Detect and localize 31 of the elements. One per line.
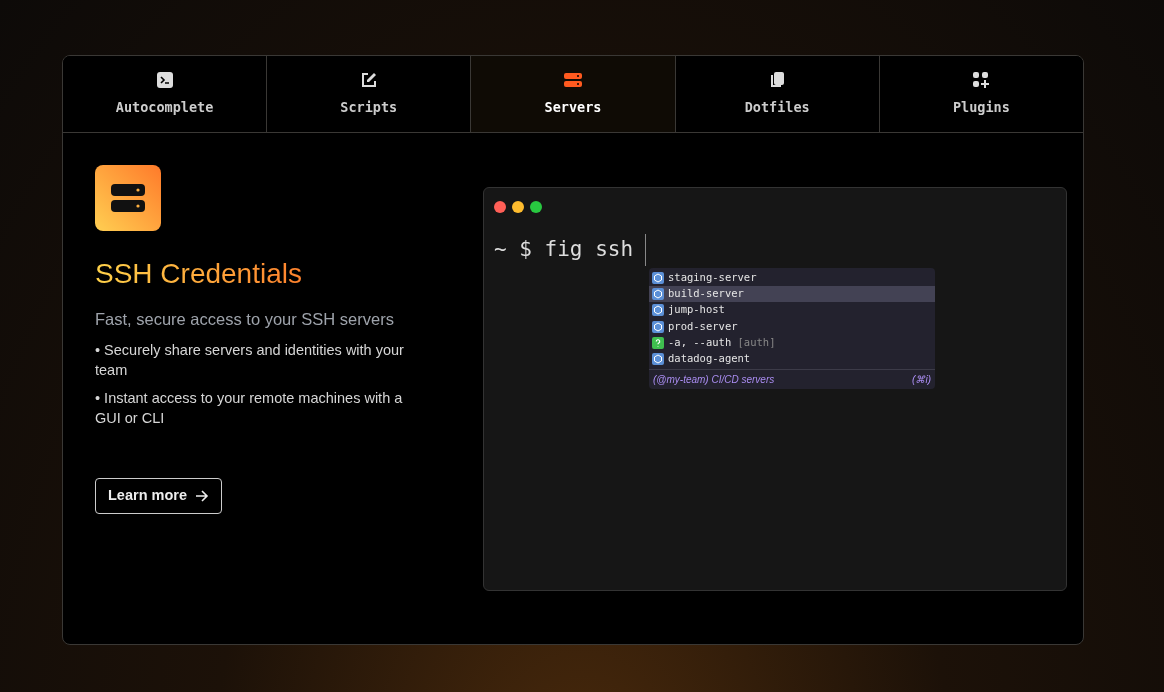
cube-icon bbox=[652, 304, 664, 317]
server-icon bbox=[564, 70, 582, 89]
tab[interactable]: Servers bbox=[471, 56, 676, 132]
cube-icon bbox=[652, 287, 664, 300]
arrow-icon bbox=[195, 489, 209, 502]
option-icon bbox=[652, 336, 664, 349]
feature-subtitle: Fast, secure access to your SSH servers bbox=[95, 309, 395, 330]
close-dot[interactable] bbox=[494, 201, 506, 213]
shortcut-hint: (⌘i) bbox=[912, 373, 931, 388]
terminal-command: ~ $ fig ssh bbox=[494, 234, 647, 266]
suggestion-item[interactable]: build-server bbox=[649, 285, 935, 303]
cube-icon bbox=[652, 353, 664, 366]
suggestion-item[interactable]: datadog-agent bbox=[649, 351, 935, 368]
server-icon bbox=[95, 165, 161, 231]
suggestion-description: (@my-team) CI/CD servers bbox=[653, 373, 775, 388]
suggestion-item[interactable]: prod-server bbox=[649, 318, 935, 335]
suggestion-item[interactable]: staging-server bbox=[649, 269, 935, 286]
feature-bullet: • Securely share servers and identities with your team bbox=[95, 340, 405, 380]
files-icon bbox=[768, 70, 787, 89]
edit-icon bbox=[359, 70, 378, 89]
minimize-dot[interactable] bbox=[512, 201, 524, 213]
feature-bullet: • Instant access to your remote machines with a GUI or CLI bbox=[95, 388, 404, 428]
plugins-icon bbox=[972, 70, 991, 89]
maximize-dot[interactable] bbox=[530, 201, 542, 213]
suggestion-item[interactable]: -a, --auth [auth] bbox=[649, 334, 935, 351]
terminal-icon bbox=[155, 70, 174, 89]
tab[interactable]: Autocomplete bbox=[63, 56, 268, 132]
suggestion-item[interactable]: jump-host bbox=[649, 302, 935, 319]
cube-icon bbox=[652, 271, 664, 284]
cube-icon bbox=[652, 320, 664, 333]
learn-more-button[interactable]: Learn more bbox=[95, 477, 222, 514]
